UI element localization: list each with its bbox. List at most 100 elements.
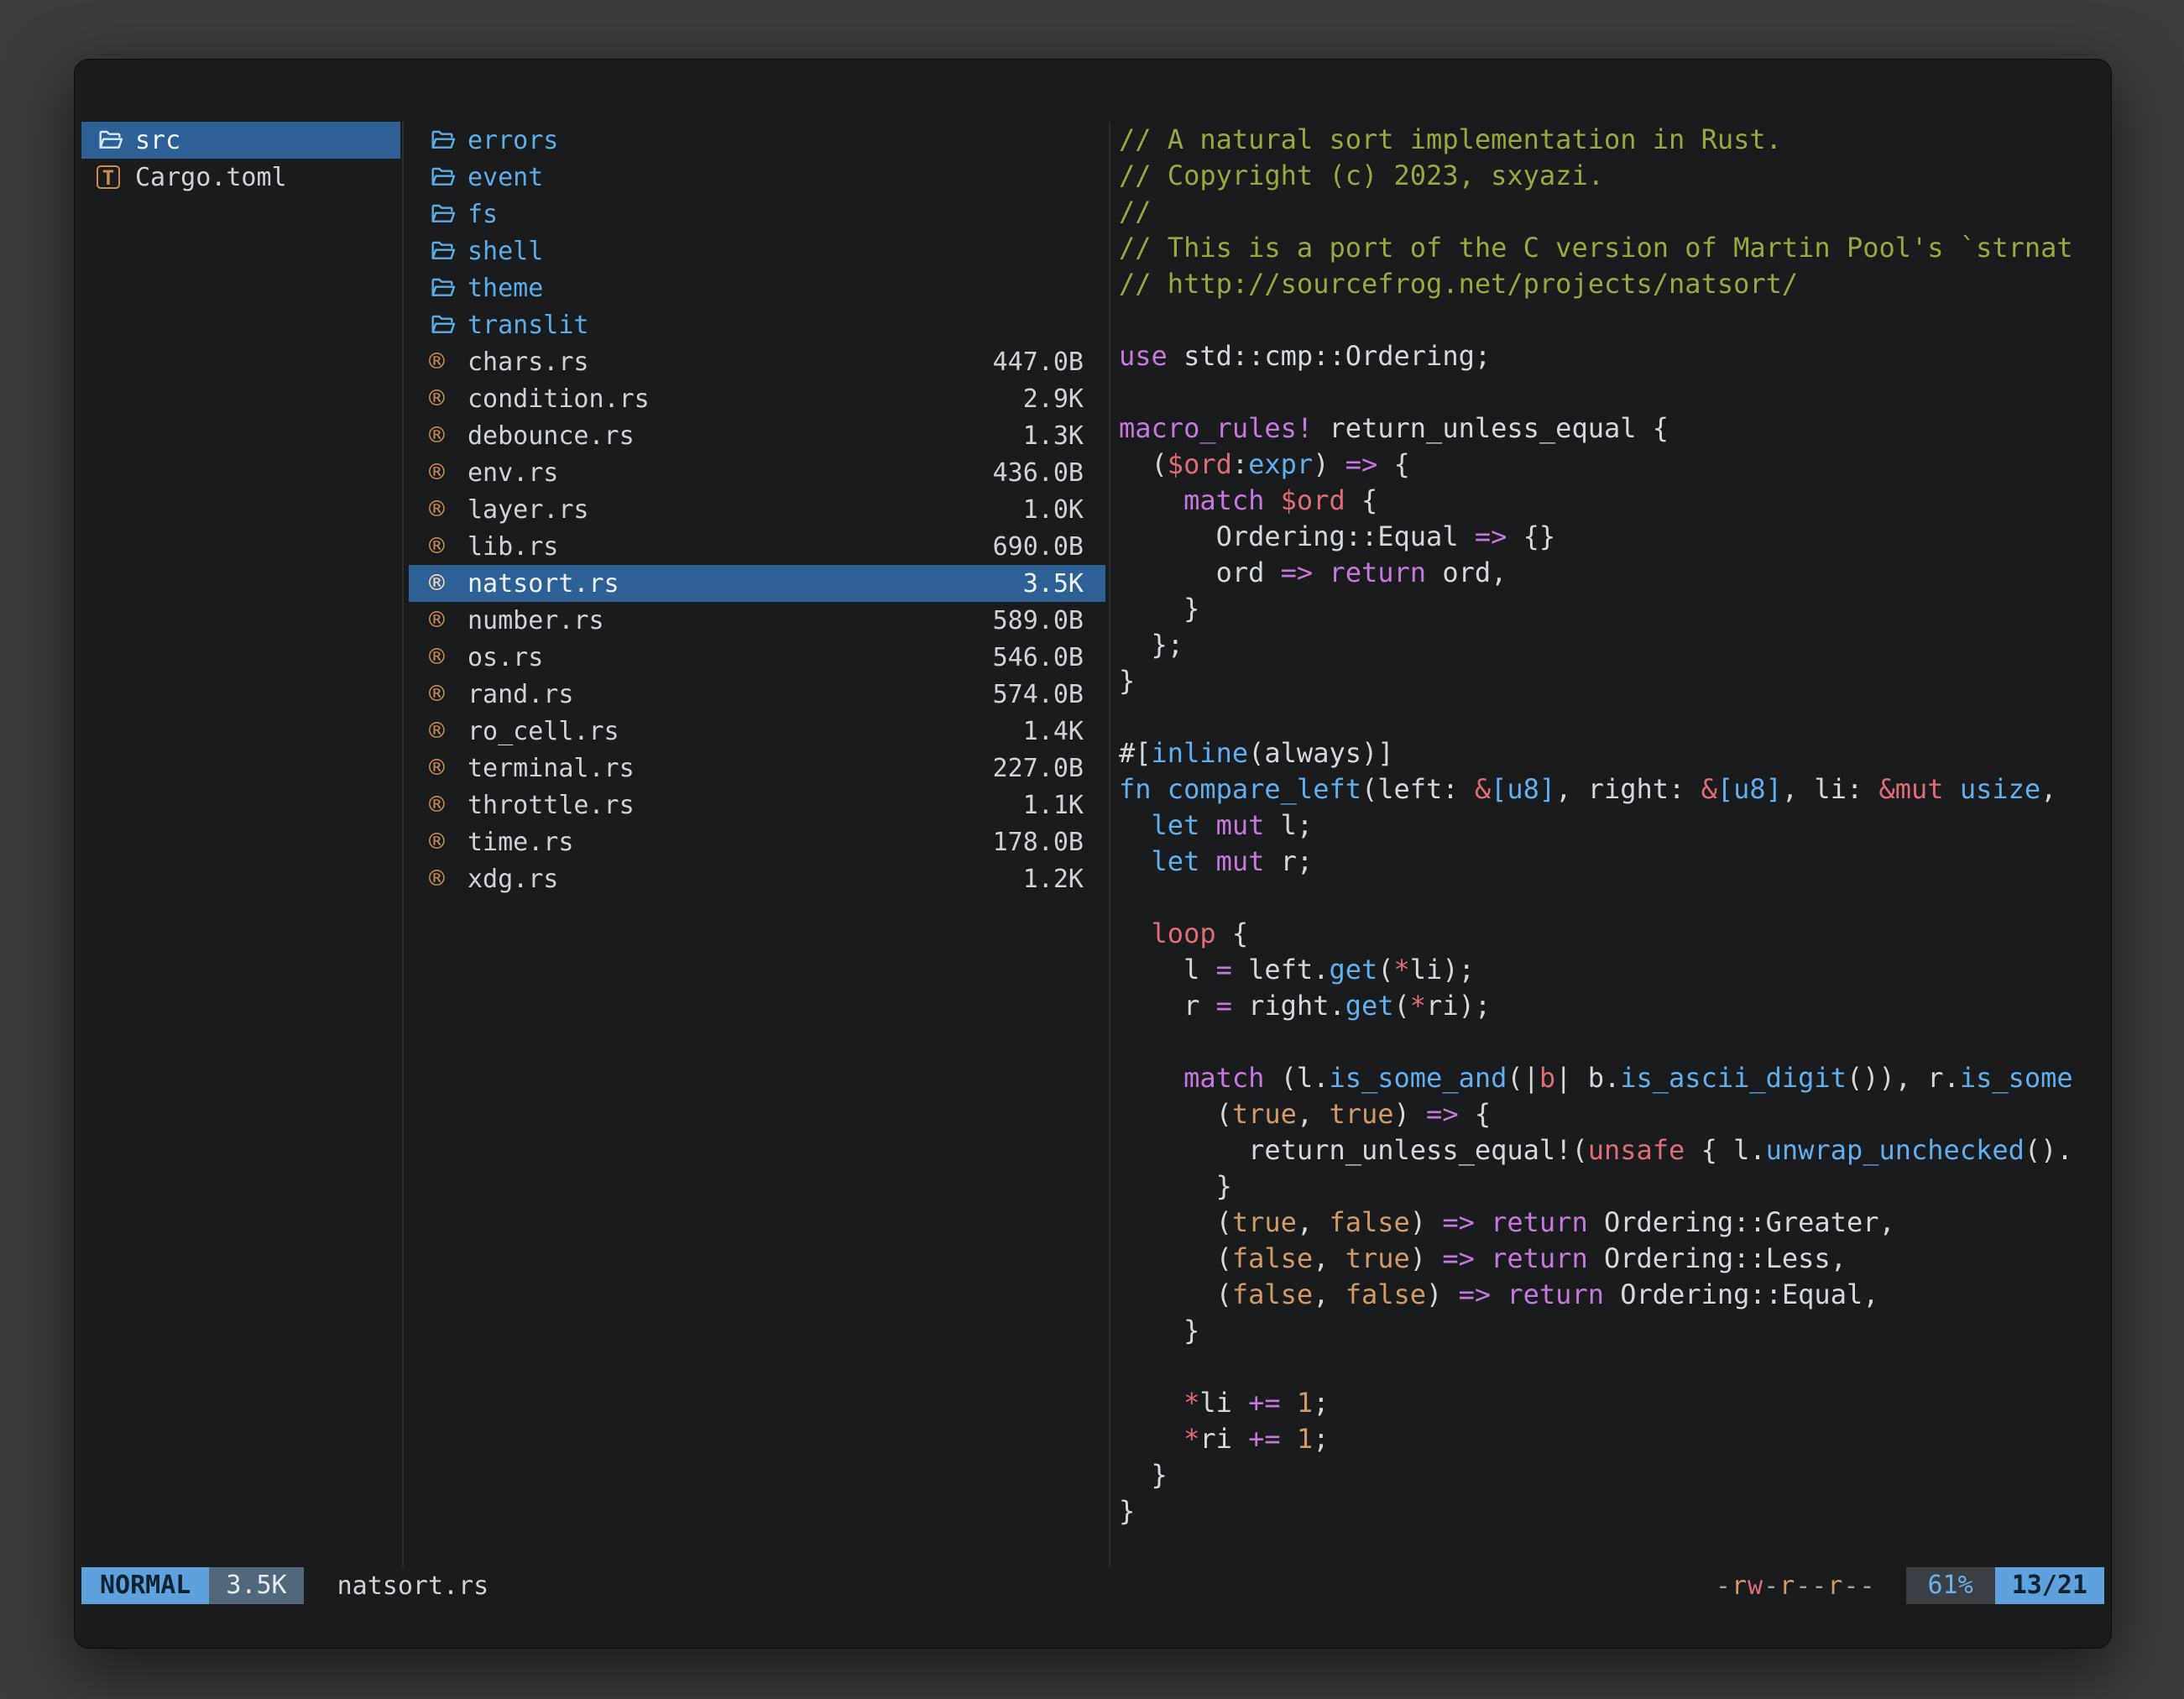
mode-badge: NORMAL — [81, 1567, 209, 1604]
file-name: shell — [468, 237, 543, 266]
dir-row[interactable]: translit — [409, 306, 1105, 343]
file-row[interactable]: ® lib.rs 690.0B — [409, 528, 1105, 565]
file-row[interactable]: ® number.rs 589.0B — [409, 602, 1105, 639]
file-name: errors — [468, 126, 558, 155]
code-line — [1119, 1349, 2099, 1385]
rust-file-icon: ® — [429, 497, 468, 523]
status-filename: natsort.rs — [337, 1571, 489, 1601]
file-size: 589.0B — [993, 606, 1084, 635]
file-row[interactable]: ® env.rs 436.0B — [409, 454, 1105, 491]
file-name: debounce.rs — [468, 421, 635, 451]
code-line: ord => return ord, — [1119, 555, 2099, 591]
code-line: // A natural sort implementation in Rust… — [1119, 122, 2099, 158]
code-line: // Copyright (c) 2023, sxyazi. — [1119, 158, 2099, 194]
dir-row[interactable]: errors — [409, 122, 1105, 159]
code-line: return_unless_equal!(unsafe { l.unwrap_u… — [1119, 1132, 2099, 1168]
rust-file-icon: ® — [429, 792, 468, 818]
file-name: lib.rs — [468, 532, 558, 562]
code-preview: // A natural sort implementation in Rust… — [1119, 122, 2099, 1555]
current-pane: errors event fs shell theme translit ® c… — [409, 122, 1105, 897]
file-row[interactable]: T Cargo.toml — [81, 159, 400, 196]
file-row[interactable]: ® natsort.rs 3.5K — [409, 565, 1105, 602]
file-size: 1.4K — [1023, 717, 1084, 746]
file-size: 1.1K — [1023, 791, 1084, 820]
code-line: use std::cmp::Ordering; — [1119, 338, 2099, 374]
file-size: 1.2K — [1023, 865, 1084, 894]
rust-file-icon: ® — [429, 755, 468, 782]
file-row[interactable]: ® ro_cell.rs 1.4K — [409, 713, 1105, 750]
file-size: 1.0K — [1023, 495, 1084, 525]
file-name: Cargo.toml — [135, 163, 287, 192]
rust-file-icon: ® — [429, 682, 468, 708]
file-row[interactable]: ® debounce.rs 1.3K — [409, 417, 1105, 454]
rust-file-icon: ® — [429, 534, 468, 560]
code-line: } — [1119, 591, 2099, 627]
file-name: translit — [468, 311, 589, 340]
file-row[interactable]: ® rand.rs 574.0B — [409, 676, 1105, 713]
code-line — [1119, 1024, 2099, 1060]
rust-file-icon: ® — [429, 460, 468, 486]
folder-open-icon — [429, 201, 468, 227]
scroll-percent-badge: 61% — [1906, 1567, 1995, 1604]
file-row[interactable]: ® layer.rs 1.0K — [409, 491, 1105, 528]
code-line: #[inline(always)] — [1119, 735, 2099, 771]
dir-row[interactable]: fs — [409, 196, 1105, 233]
code-line: // http://sourcefrog.net/projects/natsor… — [1119, 266, 2099, 302]
dir-row[interactable]: event — [409, 159, 1105, 196]
file-size: 227.0B — [993, 754, 1084, 783]
code-line: match $ord { — [1119, 483, 2099, 519]
code-line: l = left.get(*li); — [1119, 952, 2099, 988]
code-line: } — [1119, 1168, 2099, 1205]
dir-row[interactable]: shell — [409, 233, 1105, 269]
file-size: 574.0B — [993, 680, 1084, 709]
file-size-badge: 3.5K — [209, 1567, 303, 1604]
code-line: let mut l; — [1119, 808, 2099, 844]
folder-open-icon — [429, 274, 468, 301]
file-size: 1.3K — [1023, 421, 1084, 451]
pane-separator — [402, 122, 404, 1567]
code-line — [1119, 880, 2099, 916]
terminal-window: src T Cargo.toml errors event fs shell t… — [74, 59, 2112, 1649]
code-line — [1119, 302, 2099, 338]
folder-open-icon — [429, 238, 468, 264]
code-line — [1119, 374, 2099, 410]
rust-file-icon: ® — [429, 829, 468, 855]
folder-open-icon — [429, 311, 468, 338]
rust-file-icon: ® — [429, 349, 468, 375]
file-size: 447.0B — [993, 348, 1084, 377]
code-line: (true, false) => return Ordering::Greate… — [1119, 1205, 2099, 1241]
status-right-group: -rw-r--r-- 61% 13/21 — [1716, 1567, 2104, 1604]
rust-file-icon: ® — [429, 645, 468, 671]
folder-open-icon — [97, 127, 135, 154]
file-name: number.rs — [468, 606, 604, 635]
file-row[interactable]: ® os.rs 546.0B — [409, 639, 1105, 676]
file-size: 690.0B — [993, 532, 1084, 562]
file-row[interactable]: ® throttle.rs 1.1K — [409, 787, 1105, 823]
file-name: natsort.rs — [468, 569, 619, 599]
file-name: layer.rs — [468, 495, 589, 525]
file-name: event — [468, 163, 543, 192]
code-line: let mut r; — [1119, 844, 2099, 880]
cursor-position-badge: 13/21 — [1995, 1567, 2104, 1604]
file-name: terminal.rs — [468, 754, 635, 783]
file-row[interactable]: ® time.rs 178.0B — [409, 823, 1105, 860]
code-line: *ri += 1; — [1119, 1421, 2099, 1457]
file-name: ro_cell.rs — [468, 717, 619, 746]
file-permissions: -rw-r--r-- — [1716, 1571, 1876, 1601]
file-size: 178.0B — [993, 828, 1084, 857]
file-row[interactable]: ® xdg.rs 1.2K — [409, 860, 1105, 897]
rust-file-icon: ® — [429, 866, 468, 892]
code-line: } — [1119, 1313, 2099, 1349]
dir-row[interactable]: theme — [409, 269, 1105, 306]
file-row[interactable]: ® condition.rs 2.9K — [409, 380, 1105, 417]
file-name: xdg.rs — [468, 865, 558, 894]
code-line: match (l.is_some_and(|b| b.is_ascii_digi… — [1119, 1060, 2099, 1096]
file-size: 436.0B — [993, 458, 1084, 488]
code-line: r = right.get(*ri); — [1119, 988, 2099, 1024]
code-line: (false, false) => return Ordering::Equal… — [1119, 1277, 2099, 1313]
file-row[interactable]: ® terminal.rs 227.0B — [409, 750, 1105, 787]
rust-file-icon: ® — [429, 719, 468, 745]
code-line: // This is a port of the C version of Ma… — [1119, 230, 2099, 266]
dir-row[interactable]: src — [81, 122, 400, 159]
file-row[interactable]: ® chars.rs 447.0B — [409, 343, 1105, 380]
